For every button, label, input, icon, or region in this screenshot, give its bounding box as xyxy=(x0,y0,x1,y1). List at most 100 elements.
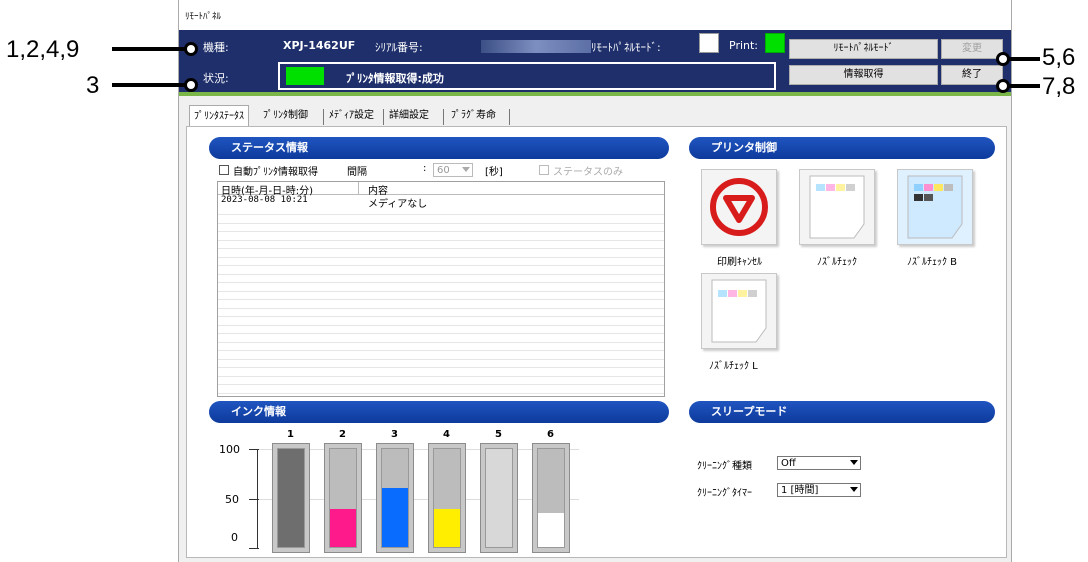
ink-level-bar xyxy=(480,443,518,553)
remote-panel-window: ﾘﾓｰﾄﾊﾟﾈﾙ 機種: XPJ-1462UF ｼﾘｱﾙ番号: ﾘﾓｰﾄﾊﾟﾈﾙ… xyxy=(178,0,1012,562)
tab-divider xyxy=(443,109,444,125)
nozzle-check-b-label: ﾉｽﾞﾙﾁｪｯｸ B xyxy=(907,257,958,268)
interval-select[interactable]: 60 xyxy=(433,163,473,177)
window-title: ﾘﾓｰﾄﾊﾟﾈﾙ xyxy=(185,12,222,22)
status-box: ﾌﾟﾘﾝﾀ情報取得:成功 xyxy=(278,62,776,90)
axis-label-50: 50 xyxy=(225,493,239,506)
ink-level-bar xyxy=(324,443,362,553)
printer-status-panel: ステータス情報 自動ﾌﾟﾘﾝﾀ情報取得 間隔 : 60 [秒] ステータスのみ … xyxy=(186,126,1007,558)
status-label: 状況: xyxy=(203,72,229,85)
nozzle-pattern-l-icon xyxy=(711,279,767,343)
get-info-button[interactable]: 情報取得 xyxy=(789,65,938,85)
tab-divider xyxy=(383,109,384,125)
ink-tank xyxy=(329,448,357,548)
cleaning-timer-select[interactable]: 1 [時間] xyxy=(777,483,861,497)
ink-level-bar xyxy=(376,443,414,553)
cleaning-type-value: Off xyxy=(781,458,796,469)
callout-dot xyxy=(184,78,198,92)
title-bar: ﾘﾓｰﾄﾊﾟﾈﾙ xyxy=(179,0,1011,30)
ink-channel-label: 3 xyxy=(391,429,398,440)
callout-line xyxy=(112,83,190,87)
callout-label-left-bottom: 3 xyxy=(86,72,100,99)
print-cancel-button[interactable] xyxy=(701,169,777,245)
callout-label-right-bottom: 7,8 xyxy=(1042,73,1076,100)
tab-printer-status[interactable]: ﾌﾟﾘﾝﾀｽﾃｰﾀｽ xyxy=(189,105,249,128)
nozzle-check-button[interactable] xyxy=(799,169,875,245)
cleaning-type-select[interactable]: Off xyxy=(777,456,861,470)
ink-fill xyxy=(278,449,304,547)
interval-value: 60 xyxy=(437,165,450,176)
status-log-list[interactable]: 日時(年-月-日-時:分) 内容 2023-08-08 10:21 メディアなし xyxy=(217,181,665,397)
serial-label: ｼﾘｱﾙ番号: xyxy=(375,41,423,54)
chevron-down-icon xyxy=(462,167,470,172)
auto-get-label: 自動ﾌﾟﾘﾝﾀ情報取得 xyxy=(233,167,318,178)
accent-bar xyxy=(179,92,1011,96)
ink-level-bar xyxy=(272,443,310,553)
column-divider xyxy=(358,182,359,194)
tab-plug-life[interactable]: ﾌﾟﾗｸﾞ寿命 xyxy=(451,105,496,127)
tab-media-settings[interactable]: ﾒﾃﾞｨｱ設定 xyxy=(329,105,374,127)
callout-line xyxy=(112,47,190,51)
cleaning-type-label: ｸﾘｰﾆﾝｸﾞ種類 xyxy=(697,461,752,472)
axis-label-0: 0 xyxy=(231,531,238,544)
nozzle-check-l-button[interactable] xyxy=(701,273,777,349)
serial-value-redacted xyxy=(481,40,591,53)
header-panel: 機種: XPJ-1462UF ｼﾘｱﾙ番号: ﾘﾓｰﾄﾊﾟﾈﾙﾓｰﾄﾞ: Pri… xyxy=(179,30,1011,92)
print-indicator xyxy=(765,33,785,53)
print-label: Print: xyxy=(729,39,759,52)
chevron-down-icon xyxy=(850,460,858,465)
status-only-checkbox[interactable] xyxy=(539,165,549,175)
row-datetime: 2023-08-08 10:21 xyxy=(221,195,308,205)
status-text: ﾌﾟﾘﾝﾀ情報取得:成功 xyxy=(346,72,444,85)
model-value: XPJ-1462UF xyxy=(283,39,356,52)
tab-detailed-settings[interactable]: 詳細設定 xyxy=(389,105,429,127)
status-info-heading: ステータス情報 xyxy=(209,137,669,159)
ink-tank xyxy=(433,448,461,548)
ink-channel-label: 5 xyxy=(495,429,502,440)
interval-unit: [秒] xyxy=(485,167,503,178)
callout-line xyxy=(1008,84,1040,88)
axis-tick xyxy=(249,499,259,500)
nozzle-pattern-b-icon xyxy=(907,175,963,239)
tab-divider xyxy=(323,109,324,125)
callout-label-right-top: 5,6 xyxy=(1042,44,1076,71)
remote-mode-label: ﾘﾓｰﾄﾊﾟﾈﾙﾓｰﾄﾞ: xyxy=(591,41,661,54)
ink-tank xyxy=(277,448,305,548)
callout-label-left-top: 1,2,4,9 xyxy=(6,36,80,63)
interval-label: 間隔 xyxy=(347,167,367,178)
ink-fill xyxy=(538,512,564,547)
ink-tank xyxy=(537,448,565,548)
nozzle-check-label: ﾉｽﾞﾙﾁｪｯｸ xyxy=(817,257,857,268)
cleaning-timer-value: 1 [時間] xyxy=(781,485,819,496)
chevron-down-icon xyxy=(850,487,858,492)
table-row[interactable]: 2023-08-08 10:21 メディアなし xyxy=(218,195,664,210)
axis-tick xyxy=(249,548,259,549)
status-only-label: ステータスのみ xyxy=(553,167,623,178)
ink-channel-label: 6 xyxy=(547,429,554,440)
list-item[interactable] xyxy=(218,385,664,394)
remote-mode-button[interactable]: ﾘﾓｰﾄﾊﾟﾈﾙﾓｰﾄﾞ xyxy=(789,39,938,59)
ink-channel-label: 1 xyxy=(287,429,294,440)
axis-tick xyxy=(249,449,259,450)
ink-level-bar xyxy=(532,443,570,553)
callout-line xyxy=(1008,57,1040,61)
cleaning-timer-label: ｸﾘｰﾆﾝｸﾞﾀｲﾏｰ xyxy=(697,488,752,499)
list-header: 日時(年-月-日-時:分) 内容 xyxy=(218,182,664,197)
ink-fill xyxy=(434,508,460,547)
change-button[interactable]: 変更 xyxy=(941,39,1003,59)
sleep-mode-heading: スリープモード xyxy=(689,401,995,423)
exit-button[interactable]: 終了 xyxy=(941,65,1003,85)
ink-fill xyxy=(486,449,512,547)
nozzle-check-b-button[interactable] xyxy=(897,169,973,245)
ink-info-heading: インク情報 xyxy=(209,401,669,423)
tab-divider xyxy=(509,109,510,125)
ink-channel-label: 2 xyxy=(339,429,346,440)
axis-label-100: 100 xyxy=(219,443,240,456)
auto-get-checkbox[interactable] xyxy=(219,165,229,175)
ink-tank xyxy=(485,448,513,548)
ink-tank xyxy=(381,448,409,548)
ink-fill xyxy=(330,508,356,547)
stop-icon xyxy=(710,178,768,236)
status-indicator xyxy=(286,67,324,85)
tab-printer-control[interactable]: ﾌﾟﾘﾝﾀ制御 xyxy=(263,105,308,127)
